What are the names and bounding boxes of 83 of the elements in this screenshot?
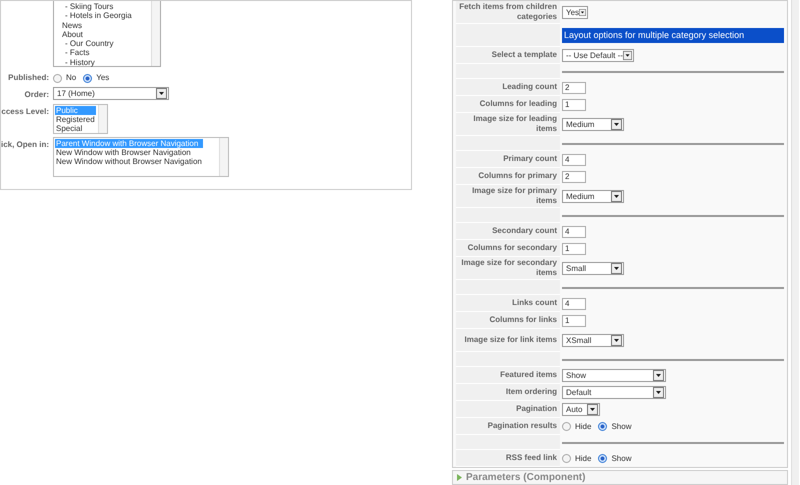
- list-item[interactable]: News: [62, 20, 132, 30]
- list-item[interactable]: About: [62, 30, 132, 40]
- dropdown[interactable]: Medium: [562, 190, 624, 203]
- field-label: Columns for links: [456, 312, 560, 329]
- field-label: Fetch items from children categories: [456, 1, 560, 24]
- list-item[interactable]: - History: [62, 58, 132, 68]
- radio-label: Hide: [575, 452, 592, 464]
- dropdown[interactable]: Show: [562, 369, 666, 382]
- field-label: Featured items: [456, 367, 560, 384]
- field-label: Image size for secondary items: [456, 257, 560, 280]
- scrollbar[interactable]: [219, 138, 228, 176]
- radio-label: Show: [611, 420, 632, 432]
- scrollbar[interactable]: [151, 1, 160, 66]
- field-label: Order:: [24, 89, 49, 101]
- radio-button[interactable]: [83, 74, 92, 82]
- field-label: Primary count: [456, 151, 560, 168]
- radio-button[interactable]: [598, 422, 608, 431]
- dropdown[interactable]: Auto: [562, 403, 600, 416]
- field-label: Secondary count: [456, 223, 560, 240]
- text-input[interactable]: 2: [562, 170, 586, 182]
- dropdown-value: Small: [566, 264, 586, 272]
- field-label: Image size for link items: [456, 329, 560, 352]
- dropdown-value: Default: [566, 388, 592, 396]
- list-item[interactable]: - Hotels in Georgia: [62, 11, 132, 21]
- dropdown-value: -- Use Default --: [566, 52, 623, 60]
- text-input[interactable]: 1: [562, 98, 586, 110]
- list-item[interactable]: - Facts: [62, 48, 132, 58]
- scrollbar[interactable]: [98, 105, 107, 133]
- dropdown-value: Auto: [566, 406, 582, 414]
- radio-label: Show: [611, 452, 632, 464]
- text-input[interactable]: 1: [562, 242, 586, 254]
- dropdown-value: Medium: [566, 120, 594, 128]
- dropdown[interactable]: Small: [562, 262, 624, 275]
- listbox[interactable]: Parent Window with Browser Navigation New Window with Browser Navigation New Window without Browser Navigation: [53, 137, 229, 177]
- radio-button[interactable]: [562, 454, 571, 463]
- dropdown[interactable]: -- Use Default --: [562, 49, 634, 62]
- dropdown-value: Medium: [566, 192, 594, 200]
- field-label: Pagination results: [456, 418, 560, 435]
- field-label: Columns for secondary: [456, 240, 560, 257]
- list-item[interactable]: - Skiing Tours: [62, 2, 132, 12]
- radio-label: Yes: [96, 72, 110, 84]
- field-label: Image size for leading items: [456, 113, 560, 136]
- scrollbar[interactable]: [791, 0, 799, 485]
- text-input[interactable]: 1: [562, 314, 586, 326]
- field-label: Pagination: [456, 401, 560, 418]
- text-input[interactable]: 4: [562, 226, 586, 238]
- dropdown-value: XSmall: [566, 336, 592, 344]
- dropdown-value: Yes: [566, 8, 580, 16]
- field-label: Leading count: [456, 79, 560, 96]
- text-input[interactable]: 4: [562, 154, 586, 166]
- list-option[interactable]: Special: [55, 124, 96, 133]
- field-label: ick, Open in:: [0, 139, 49, 151]
- dropdown[interactable]: Default: [562, 386, 666, 399]
- list-option[interactable]: New Window without Browser Navigation: [55, 157, 203, 166]
- text-input[interactable]: 2: [562, 82, 586, 94]
- field-label: Select a template: [456, 47, 560, 64]
- menu-listbox[interactable]: - Skiing Tours - Hotels in Georgia News About - Our Country - Facts - History: [53, 1, 161, 67]
- radio-button[interactable]: [562, 422, 571, 431]
- dropdown[interactable]: Yes: [562, 6, 588, 19]
- dropdown[interactable]: XSmall: [562, 334, 624, 347]
- dropdown-value: 17 (Home): [57, 90, 95, 98]
- panel-title: Parameters (Component): [466, 471, 586, 485]
- dropdown-value: Show: [566, 372, 586, 380]
- field-label: RSS feed link: [456, 450, 560, 467]
- radio-label: Hide: [575, 420, 592, 432]
- list-option[interactable]: Registered: [55, 115, 96, 124]
- field-label: Item ordering: [456, 384, 560, 401]
- field-label: Columns for primary: [456, 168, 560, 185]
- section-header: Layout options for multiple category selection: [562, 28, 784, 44]
- field-label: Links count: [456, 295, 560, 312]
- field-label: ccess Level:: [1, 106, 49, 118]
- radio-label: No: [66, 72, 76, 84]
- text-input[interactable]: 4: [562, 298, 586, 310]
- field-label: Columns for leading: [456, 96, 560, 113]
- list-item[interactable]: - Our Country: [62, 39, 132, 48]
- radio-button[interactable]: [53, 74, 62, 82]
- dropdown[interactable]: 17 (Home): [53, 87, 169, 100]
- listbox[interactable]: Public Registered Special: [53, 104, 108, 134]
- dropdown[interactable]: Medium: [562, 118, 624, 131]
- list-option[interactable]: New Window with Browser Navigation: [55, 148, 203, 157]
- radio-button[interactable]: [598, 454, 608, 463]
- field-label: Image size for primary items: [456, 185, 560, 208]
- field-label: Published:: [8, 72, 49, 84]
